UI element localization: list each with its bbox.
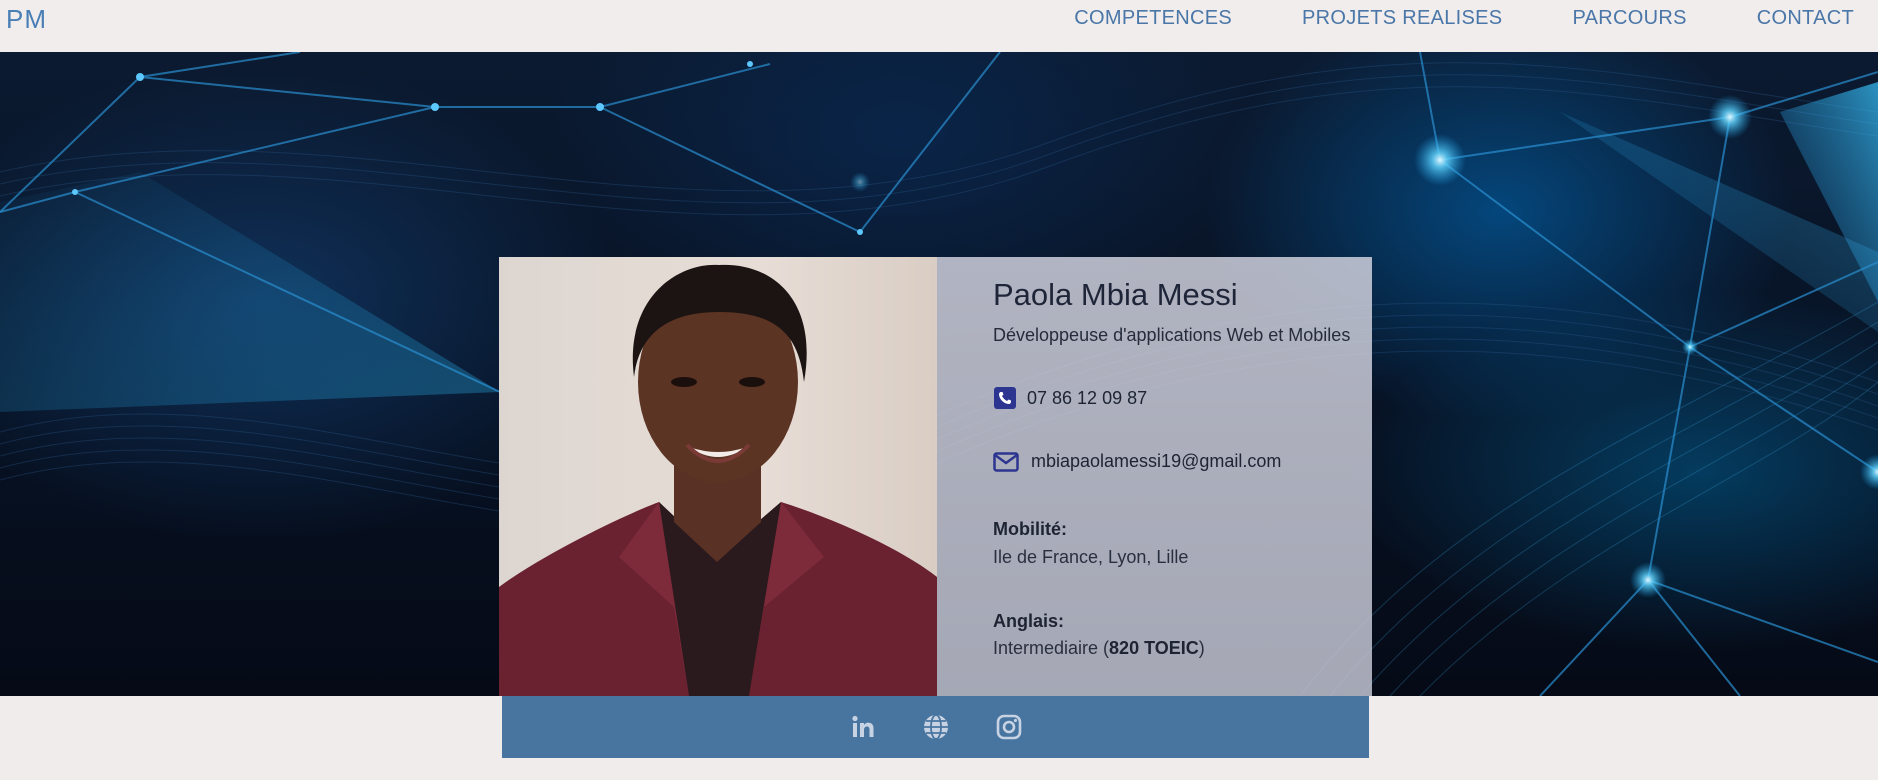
instagram-icon[interactable] — [995, 713, 1023, 741]
linkedin-icon[interactable] — [849, 713, 877, 741]
top-nav: PM COMPETENCES PROJETS REALISES PARCOURS… — [0, 0, 1878, 52]
profile-photo — [499, 257, 937, 696]
english-level: Intermediaire ( — [993, 638, 1110, 658]
phone-icon — [994, 387, 1016, 409]
globe-icon[interactable] — [922, 713, 950, 741]
english-value: Intermediaire (820 TOEIC) — [993, 638, 1205, 659]
phone-row[interactable]: 07 86 12 09 87 — [993, 386, 1147, 410]
nav-link-projets[interactable]: PROJETS REALISES — [1302, 7, 1502, 30]
email-address[interactable]: mbiapaolamessi19@gmail.com — [1031, 451, 1281, 472]
nav-link-contact[interactable]: CONTACT — [1757, 7, 1854, 30]
mobility-label: Mobilité: — [993, 519, 1067, 539]
mobility-value: Ile de France, Lyon, Lille — [993, 547, 1189, 567]
profile-info-panel: Paola Mbia Messi Développeuse d'applicat… — [937, 257, 1372, 696]
site-logo[interactable]: PM — [6, 4, 47, 35]
profile-name: Paola Mbia Messi — [993, 277, 1238, 312]
english-label: Anglais: — [993, 611, 1065, 631]
email-row[interactable]: mbiapaolamessi19@gmail.com — [993, 451, 1281, 472]
nav-link-parcours[interactable]: PARCOURS — [1572, 7, 1686, 30]
social-links-bar — [502, 696, 1369, 758]
phone-number[interactable]: 07 86 12 09 87 — [1027, 388, 1147, 409]
profile-role: Développeuse d'applications Web et Mobil… — [993, 325, 1351, 345]
english-suffix: ) — [1198, 638, 1205, 658]
toeic-score: 820 TOEIC — [1109, 638, 1199, 658]
portrait-image — [499, 264, 937, 696]
envelope-icon — [993, 451, 1019, 472]
nav-link-competences[interactable]: COMPETENCES — [1074, 7, 1232, 30]
nav-links: COMPETENCES PROJETS REALISES PARCOURS CO… — [1074, 7, 1854, 30]
